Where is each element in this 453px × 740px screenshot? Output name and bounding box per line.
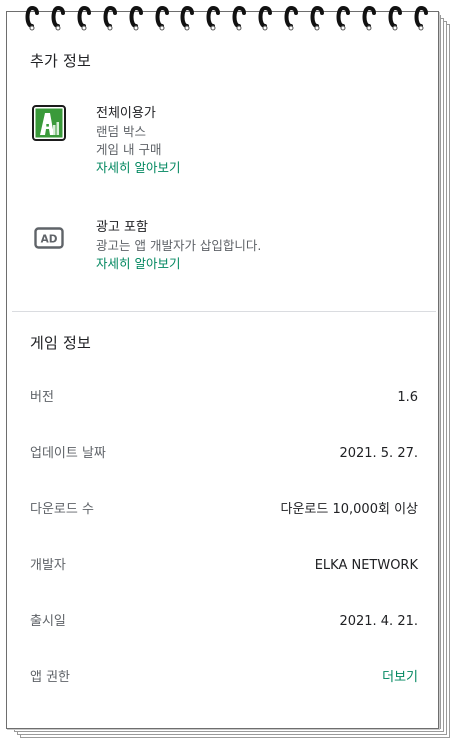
downloads-label: 다운로드 수: [30, 502, 94, 517]
updated-value: 2021. 5. 27.: [339, 446, 418, 461]
spiral-ring-icon: [310, 5, 324, 31]
released-label: 출시일: [30, 614, 66, 629]
spiral-binding: [0, 0, 453, 40]
rating-line-in-game-purchase: 게임 내 구매: [96, 142, 162, 157]
spiral-ring-icon: [388, 5, 402, 31]
info-row-version: 버전 1.6: [30, 388, 418, 408]
info-row-downloads: 다운로드 수 다운로드 10,000회 이상: [30, 500, 418, 520]
spiral-ring-icon: [51, 5, 65, 31]
spiral-ring-icon: [77, 5, 91, 31]
spiral-ring-icon: [362, 5, 376, 31]
info-row-developer: 개발자 ELKA NETWORK: [30, 556, 418, 576]
spiral-ring-icon: [155, 5, 169, 31]
spiral-ring-icon: [336, 5, 350, 31]
info-row-permissions[interactable]: 앱 권한 더보기: [30, 668, 418, 688]
rating-line-random-box: 랜덤 박스: [96, 124, 146, 139]
rating-title: 전체이용가: [96, 106, 156, 121]
spiral-ring-icon: [25, 5, 39, 31]
ads-description: 광고는 앱 개발자가 삽입합니다.: [96, 238, 262, 253]
permissions-label: 앱 권한: [30, 670, 71, 685]
spiral-ring-icon: [129, 5, 143, 31]
rating-learn-more-link[interactable]: 자세히 알아보기: [96, 159, 180, 177]
age-rating-all-icon: [32, 105, 66, 141]
spiral-ring-icon: [258, 5, 273, 31]
spiral-ring-icon: [284, 5, 298, 31]
updated-label: 업데이트 날짜: [30, 446, 106, 461]
spiral-ring-icon: [232, 5, 247, 31]
ad-icon-text: AD: [41, 234, 58, 246]
spiral-ring-icon: [414, 5, 428, 31]
spiral-ring-icon: [206, 5, 221, 31]
game-info-title: 게임 정보: [30, 334, 91, 352]
section-divider: [12, 311, 436, 312]
rating-info: 전체이용가 랜덤 박스 게임 내 구매 자세히 알아보기: [96, 105, 180, 177]
info-row-released: 출시일 2021. 4. 21.: [30, 612, 418, 632]
developer-label: 개발자: [30, 558, 66, 573]
ad-icon: AD: [34, 227, 64, 249]
ads-learn-more-link[interactable]: 자세히 알아보기: [96, 255, 261, 273]
info-row-updated: 업데이트 날짜 2021. 5. 27.: [30, 444, 418, 464]
ads-title: 광고 포함: [96, 220, 148, 235]
spiral-ring-icon: [103, 5, 117, 31]
downloads-value: 다운로드 10,000회 이상: [280, 502, 418, 517]
permissions-more-link[interactable]: 더보기: [382, 668, 418, 688]
spiral-ring-icon: [180, 5, 195, 31]
version-label: 버전: [30, 390, 54, 405]
extra-info-title: 추가 정보: [30, 52, 91, 70]
ads-info: 광고 포함 광고는 앱 개발자가 삽입합니다. 자세히 알아보기: [96, 219, 261, 273]
released-value: 2021. 4. 21.: [339, 614, 418, 629]
version-value: 1.6: [397, 390, 418, 405]
developer-value: ELKA NETWORK: [314, 558, 418, 573]
